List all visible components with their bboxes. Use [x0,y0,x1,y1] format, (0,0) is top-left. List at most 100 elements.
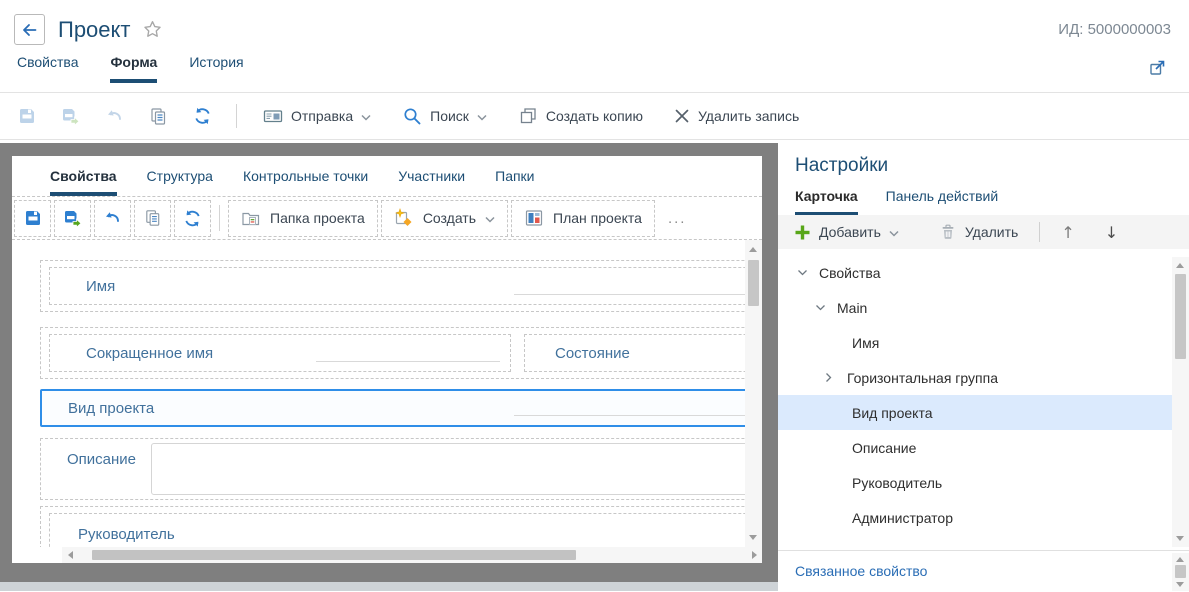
create-button[interactable]: Создать [381,200,508,237]
preview-tab-properties[interactable]: Свойства [50,168,117,196]
page-title: Проект [58,17,130,43]
tree-item-administrator[interactable]: Администратор [778,500,1172,535]
tree-item-main[interactable]: Main [778,290,1172,325]
chevron-expanded-icon[interactable] [797,269,811,277]
chevron-down-icon [361,114,371,121]
preview-undo-button[interactable] [94,200,131,237]
preview-tab-control-points[interactable]: Контрольные точки [243,168,368,196]
frame-bottom-strip [0,582,778,591]
record-id: ИД: 5000000003 [1058,21,1171,38]
tree-item-project-kind[interactable]: Вид проекта [778,395,1172,430]
scrollbar-thumb[interactable] [748,260,759,306]
preview-save-and-new-button[interactable] [54,200,91,237]
search-button[interactable]: Поиск [402,106,487,126]
plus-icon [794,224,811,241]
scroll-down-arrow[interactable] [749,535,757,540]
back-button[interactable] [14,14,45,45]
input-underline [316,361,500,362]
preview-tab-structure[interactable]: Структура [147,168,213,196]
tab-properties[interactable]: Свойства [17,54,78,83]
field-manager[interactable]: Руководитель [49,513,745,547]
move-up-button[interactable]: ↑ [1061,223,1074,242]
copy-icon[interactable] [148,106,169,127]
tree-vertical-scrollbar[interactable] [1172,257,1189,547]
settings-tab-card[interactable]: Карточка [795,188,858,215]
scroll-down-arrow[interactable] [1176,536,1184,541]
tree-item-horizontal-group[interactable]: Горизонтальная группа [778,360,1172,395]
add-button[interactable]: Добавить [794,224,899,241]
scrollbar-thumb[interactable] [1175,565,1186,578]
chevron-expanded-icon[interactable] [815,304,829,312]
settings-title: Настройки [778,140,1189,177]
scrollbar-thumb[interactable] [1175,274,1186,359]
folder-icon [241,208,261,228]
tab-form[interactable]: Форма [110,54,157,83]
plan-icon [524,208,544,228]
properties-tree: Свойства Main Имя Горизонтальная группа … [778,255,1172,535]
related-property-link[interactable]: Связанное свойство [795,563,927,579]
refresh-icon [182,208,203,229]
chevron-down-icon [485,216,495,223]
scroll-left-arrow[interactable] [62,547,78,563]
open-in-new-window-icon[interactable] [1148,58,1167,77]
undo-icon [102,208,123,229]
project-plan-button[interactable]: План проекта [511,200,655,237]
field-name[interactable]: Имя [49,267,745,305]
textarea-box [151,443,745,495]
create-copy-button[interactable]: Создать копию [518,106,643,126]
form-horizontal-scrollbar[interactable] [62,547,762,563]
refresh-icon[interactable] [192,106,213,127]
tree-item-properties[interactable]: Свойства [778,255,1172,290]
save-and-new-icon[interactable] [60,106,81,127]
tree-item-manager[interactable]: Руководитель [778,465,1172,500]
field-group: Сокращенное имя Состояние [40,327,745,379]
save-icon[interactable] [16,106,37,127]
preview-tab-participants[interactable]: Участники [398,168,465,196]
favorite-star-icon[interactable] [142,19,163,40]
related-section-scrollbar[interactable] [1172,553,1189,591]
tab-history[interactable]: История [189,54,243,83]
form-preview-card: Свойства Структура Контрольные точки Уча… [12,156,762,563]
delete-button[interactable]: Удалить [939,223,1018,241]
search-icon [402,106,422,126]
chevron-collapsed-icon[interactable] [825,372,839,383]
move-down-button[interactable]: ↓ [1105,223,1118,242]
form-vertical-scrollbar[interactable] [745,240,762,547]
preview-copy-button[interactable] [134,200,171,237]
scroll-up-arrow[interactable] [1176,263,1184,268]
input-underline [514,294,745,295]
field-description[interactable]: Описание [40,438,745,500]
undo-icon[interactable] [104,106,125,127]
preview-save-button[interactable] [14,200,51,237]
send-icon [263,107,283,125]
scrollbar-track[interactable] [78,547,746,563]
form-designer-frame: Свойства Структура Контрольные точки Уча… [0,143,778,582]
tree-item-name[interactable]: Имя [778,325,1172,360]
save-icon [23,208,43,228]
scroll-up-arrow[interactable] [1176,557,1184,562]
more-actions-button[interactable]: ... [658,210,697,227]
scroll-right-arrow[interactable] [746,547,762,563]
scrollbar-thumb[interactable] [92,550,576,560]
settings-tab-action-panel[interactable]: Панель действий [886,188,999,215]
scroll-up-arrow[interactable] [749,247,757,252]
toolbar-divider [1039,222,1040,242]
delete-record-button[interactable]: Удалить запись [674,108,799,124]
settings-tabs: Карточка Панель действий [778,188,1189,215]
field-project-kind-selected[interactable]: Вид проекта [40,389,745,427]
project-folder-button[interactable]: Папка проекта [228,200,378,237]
create-wand-icon [394,208,414,228]
scroll-down-arrow[interactable] [1176,582,1184,587]
field-short-name[interactable]: Сокращенное имя [49,334,511,372]
field-group: Имя [40,260,745,312]
trash-icon [939,223,957,241]
preview-tab-folders[interactable]: Папки [495,168,534,196]
main-toolbar: Отправка Поиск Создать копию Удалить зап… [0,93,1189,140]
settings-panel: Настройки Карточка Панель действий Добав… [778,140,1189,591]
field-state[interactable]: Состояние [524,334,745,372]
duplicate-icon [518,106,538,126]
field-group: Руководитель [40,506,745,547]
tree-item-description[interactable]: Описание [778,430,1172,465]
preview-refresh-button[interactable] [174,200,211,237]
send-button[interactable]: Отправка [263,107,371,125]
